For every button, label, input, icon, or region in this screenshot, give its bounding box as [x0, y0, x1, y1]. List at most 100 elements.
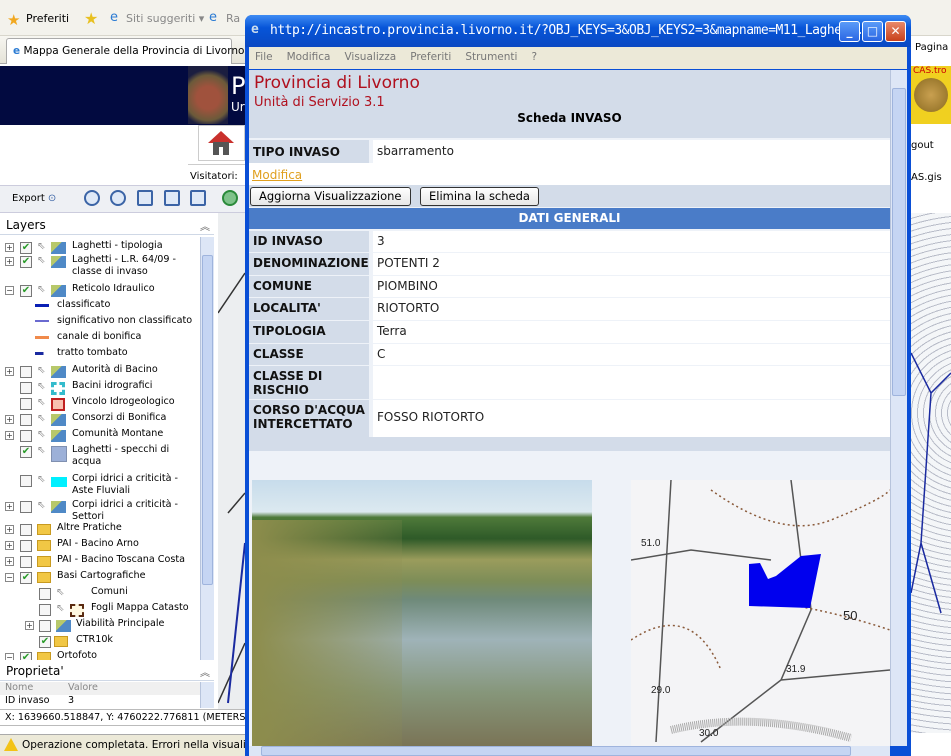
layers-header[interactable]: Layers ︽ — [0, 215, 214, 235]
layer-item[interactable]: ⇖ Bacini idrografici — [0, 380, 200, 396]
delete-button[interactable]: Elimina la scheda — [420, 187, 539, 206]
layer-item[interactable]: ⇖ Fogli Mappa Catasto — [0, 602, 200, 618]
layer-item[interactable]: + Altre Pratiche — [0, 522, 200, 538]
select-pointer-icon[interactable]: ⇖ — [37, 413, 45, 424]
menu-help[interactable]: ? — [531, 51, 537, 63]
popup-horizontal-scrollbar[interactable] — [249, 746, 890, 756]
expand-icon[interactable]: + — [5, 525, 14, 534]
collapse-icon[interactable]: ︽ — [200, 664, 210, 679]
zoom-out-icon[interactable] — [110, 190, 126, 206]
layer-checkbox[interactable]: ✔ — [20, 652, 32, 660]
map-view[interactable] — [217, 213, 246, 709]
select-pointer-icon[interactable]: ⇖ — [56, 603, 64, 614]
menu-strumenti[interactable]: Strumenti — [465, 51, 517, 63]
select-pointer-icon[interactable]: ⇖ — [37, 365, 45, 376]
layer-checkbox[interactable] — [20, 414, 32, 426]
menu-visualizza[interactable]: Visualizza — [344, 51, 396, 63]
expand-icon[interactable]: + — [5, 541, 14, 550]
layer-item[interactable]: + ⇖ Consorzi di Bonifica — [0, 412, 200, 428]
map-view-right[interactable] — [910, 213, 951, 733]
logout-link[interactable]: gout — [911, 140, 934, 151]
layer-checkbox[interactable] — [20, 524, 32, 536]
menu-preferiti[interactable]: Preferiti — [410, 51, 451, 63]
layer-item[interactable]: ⇖ Corpi idrici a criticità - Aste Fluviali — [0, 473, 200, 501]
expand-icon[interactable]: + — [5, 257, 14, 266]
refresh-button[interactable]: Aggiorna Visualizzazione — [250, 187, 411, 206]
layer-checkbox[interactable] — [20, 540, 32, 552]
select-pointer-icon[interactable]: ⇖ — [56, 587, 64, 598]
layer-item[interactable]: canale di bonifica — [0, 331, 200, 347]
expand-icon[interactable]: + — [5, 502, 14, 511]
layer-item[interactable]: − ✔ Ortofoto — [0, 650, 200, 660]
properties-scrollbar[interactable] — [200, 682, 214, 708]
select-pointer-icon[interactable]: ⇖ — [37, 381, 45, 392]
layer-checkbox[interactable] — [20, 398, 32, 410]
layer-item[interactable]: + Viabilità Principale — [0, 618, 200, 634]
table-row[interactable]: ID invaso 3 — [0, 695, 200, 708]
select-pointer-icon[interactable]: ⇖ — [37, 445, 45, 456]
layer-checkbox[interactable] — [20, 475, 32, 487]
scroll-thumb[interactable] — [202, 255, 213, 585]
layer-item[interactable]: ⇖ Comuni — [0, 586, 200, 602]
home-button[interactable] — [198, 125, 245, 161]
collapse-icon[interactable]: − — [5, 286, 14, 295]
expand-icon[interactable]: + — [5, 431, 14, 440]
edit-link[interactable]: Modifica — [252, 168, 302, 182]
layer-checkbox[interactable]: ✔ — [20, 256, 32, 268]
layer-checkbox[interactable] — [39, 588, 51, 600]
scroll-thumb[interactable] — [261, 746, 851, 756]
layer-checkbox[interactable] — [20, 556, 32, 568]
layer-item[interactable]: classificato — [0, 299, 200, 315]
layer-checkbox[interactable] — [20, 382, 32, 394]
minimize-button[interactable]: _ — [839, 21, 860, 42]
scroll-thumb[interactable] — [892, 88, 906, 396]
layer-item[interactable]: tratto tombato — [0, 347, 200, 363]
select-pointer-icon[interactable]: ⇖ — [37, 429, 45, 440]
layer-item[interactable]: − ✔ Basi Cartografiche — [0, 570, 200, 586]
layer-checkbox[interactable] — [20, 501, 32, 513]
layer-checkbox[interactable] — [20, 366, 32, 378]
layer-item[interactable]: significativo non classificato — [0, 315, 200, 331]
layer-checkbox[interactable]: ✔ — [39, 636, 51, 648]
add-favorite-icon[interactable]: ★ — [84, 9, 98, 28]
select-pointer-icon[interactable]: ⇖ — [37, 255, 45, 266]
properties-header[interactable]: Proprieta' ︽ — [0, 661, 214, 681]
layer-checkbox[interactable] — [39, 604, 51, 616]
layer-item[interactable]: + ✔ ⇖ Laghetti - L.R. 64/09 - classe di inva… — [0, 254, 200, 282]
collapse-icon[interactable]: − — [5, 653, 14, 660]
layer-item[interactable]: + PAI - Bacino Arno — [0, 538, 200, 554]
expand-icon[interactable]: + — [5, 367, 14, 376]
zoom-extent-icon[interactable] — [164, 190, 180, 206]
link-cut[interactable]: Ra — [226, 12, 240, 25]
globe-icon[interactable] — [222, 190, 238, 206]
zoom-box-icon[interactable] — [137, 190, 153, 206]
layer-checkbox[interactable]: ✔ — [20, 446, 32, 458]
warning-icon[interactable] — [4, 738, 18, 751]
close-button[interactable]: ✕ — [885, 21, 906, 42]
layer-item[interactable]: ⇖ Vincolo Idrogeologico — [0, 396, 200, 412]
layers-scrollbar[interactable] — [200, 237, 214, 660]
layer-item[interactable]: − ✔ ⇖ Reticolo Idraulico — [0, 283, 200, 299]
expand-icon[interactable]: + — [25, 621, 34, 630]
collapse-icon[interactable]: ︽ — [200, 218, 210, 233]
favorites-button[interactable]: Preferiti — [26, 12, 69, 25]
layer-item[interactable]: + ⇖ Autorità di Bacino — [0, 364, 200, 380]
maximize-button[interactable]: □ — [862, 21, 883, 42]
select-pointer-icon[interactable]: ⇖ — [37, 397, 45, 408]
suggested-sites-button[interactable]: Siti suggeriti ▾ — [126, 12, 204, 25]
layer-checkbox[interactable]: ✔ — [20, 242, 32, 254]
tab-main[interactable]: e Mappa Generale della Provincia di Livo… — [6, 38, 244, 64]
zoom-in-icon[interactable] — [84, 190, 100, 206]
layer-checkbox[interactable] — [20, 430, 32, 442]
expand-icon[interactable]: + — [5, 243, 14, 252]
layer-item[interactable]: + PAI - Bacino Toscana Costa — [0, 554, 200, 570]
expand-icon[interactable]: + — [5, 415, 14, 424]
select-pointer-icon[interactable]: ⇖ — [37, 241, 45, 252]
expand-icon[interactable]: + — [5, 557, 14, 566]
popup-title-bar[interactable]: e http://incastro.provincia.livorno.it/?O… — [245, 15, 911, 47]
full-extent-icon[interactable] — [190, 190, 206, 206]
layer-checkbox[interactable] — [39, 620, 51, 632]
select-pointer-icon[interactable]: ⇖ — [37, 474, 45, 485]
select-pointer-icon[interactable]: ⇖ — [37, 284, 45, 295]
select-pointer-icon[interactable]: ⇖ — [37, 500, 45, 511]
